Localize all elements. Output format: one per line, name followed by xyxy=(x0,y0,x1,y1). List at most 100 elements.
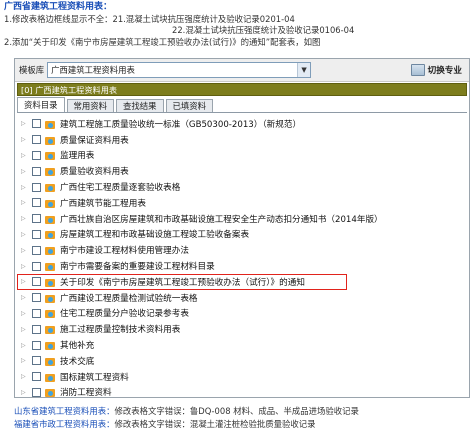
tree-item-checkbox[interactable] xyxy=(32,119,41,129)
folder-icon xyxy=(45,229,55,240)
chevron-down-icon[interactable]: ▼ xyxy=(297,63,311,77)
tab-common[interactable]: 常用资料 xyxy=(66,99,114,112)
tree-item-label: 质量验收资料用表 xyxy=(60,167,129,178)
folder-icon xyxy=(45,324,55,335)
tree-item-checkbox[interactable] xyxy=(32,182,41,192)
selected-library-path[interactable]: [0] 广西建筑工程资料用表 xyxy=(17,83,467,96)
tree-item-checkbox[interactable] xyxy=(32,166,41,176)
expand-arrow-icon[interactable]: ▷ xyxy=(21,262,28,270)
tree-item[interactable]: ▷ 关于印发《南宁市房屋建筑工程竣工预验收办法（试行）》的通知 xyxy=(17,273,347,290)
folder-icon xyxy=(45,245,55,256)
expand-arrow-icon[interactable]: ▷ xyxy=(21,230,28,238)
folder-icon xyxy=(45,182,55,193)
tree-item-checkbox[interactable] xyxy=(32,229,41,239)
footer-fujian-head: 福建省市政工程资料用表： xyxy=(14,418,115,429)
tree-item-checkbox[interactable] xyxy=(32,372,41,382)
folder-icon xyxy=(45,166,55,177)
expand-arrow-icon[interactable]: ▷ xyxy=(21,167,28,175)
tree-item-label: 房屋建筑工程和市政基础设施工程竣工验收备案表 xyxy=(60,230,250,241)
tree-item-label: 消防工程资料 xyxy=(60,388,112,398)
tree-item[interactable]: ▷ 质量保证资料用表 xyxy=(17,132,467,148)
tree-item-checkbox[interactable] xyxy=(32,324,41,334)
tree-item-label: 其他补充 xyxy=(60,341,95,352)
tree-item[interactable]: ▷ 广西建筑节能工程用表 xyxy=(17,195,467,211)
tab-filled[interactable]: 已填资料 xyxy=(165,99,213,112)
tree-item[interactable]: ▷ 住宅工程质量分户验收记录参考表 xyxy=(17,306,467,322)
toolbar: 模板库 广西建筑工程资料用表 ▼ 切换专业 xyxy=(15,59,469,82)
folder-icon xyxy=(45,356,55,366)
expand-arrow-icon[interactable]: ▷ xyxy=(21,151,28,159)
tree-item[interactable]: ▷ 广西壮族自治区房屋建筑和市政基础设施工程安全生产动态扣分通知书（2014年版） xyxy=(17,211,467,227)
tree-item[interactable]: ▷ 广西建设工程质量检测试验统一表格 xyxy=(17,290,467,306)
tree-item-checkbox[interactable] xyxy=(32,214,41,224)
expand-arrow-icon[interactable]: ▷ xyxy=(21,120,28,128)
expand-arrow-icon[interactable]: ▷ xyxy=(21,278,28,286)
tree-item[interactable]: ▷ 技术交底 xyxy=(17,353,467,369)
expand-arrow-icon[interactable]: ▷ xyxy=(21,294,28,302)
expand-arrow-icon[interactable]: ▷ xyxy=(21,136,28,144)
tree-item-checkbox[interactable] xyxy=(32,277,41,287)
tree-item[interactable]: ▷ 房屋建筑工程和市政基础设施工程竣工验收备案表 xyxy=(17,227,467,243)
folder-icon xyxy=(45,277,55,287)
tab-strip: 资料目录 常用资料 查找结果 已填资料 xyxy=(17,97,467,113)
tree-item[interactable]: ▷ 广西住宅工程质量逐套验收表格 xyxy=(17,179,467,195)
tree-item-label: 广西住宅工程质量逐套验收表格 xyxy=(60,183,181,194)
tree-item-label: 南宁市建设工程材料使用管理办法 xyxy=(60,246,189,257)
tree-item-checkbox[interactable] xyxy=(32,387,41,397)
tree-item-checkbox[interactable] xyxy=(32,308,41,318)
expand-arrow-icon[interactable]: ▷ xyxy=(21,215,28,223)
template-library-label: 模板库 xyxy=(19,65,45,75)
tree-item[interactable]: ▷ 质量验收资料用表 xyxy=(17,163,467,179)
expand-arrow-icon[interactable]: ▷ xyxy=(21,373,28,381)
switch-specialty-label: 切换专业 xyxy=(427,66,462,76)
footer-shandong-body: 修改表格文字错误：鲁DQ-008 材料、成品、半成品进场验收记录 xyxy=(114,406,359,416)
expand-arrow-icon[interactable]: ▷ xyxy=(21,357,28,365)
switch-icon xyxy=(410,64,425,76)
folder-icon xyxy=(45,261,55,272)
expand-arrow-icon[interactable]: ▷ xyxy=(21,199,28,207)
expand-arrow-icon[interactable]: ▷ xyxy=(21,309,28,317)
footer-shandong-head: 山东省建筑工程资料用表： xyxy=(14,406,115,416)
tree-item-label: 质量保证资料用表 xyxy=(60,135,129,146)
tree-item-checkbox[interactable] xyxy=(32,245,41,255)
expand-arrow-icon[interactable]: ▷ xyxy=(21,246,28,254)
tree-item[interactable]: ▷ 监理用表 xyxy=(17,148,467,164)
changelog-footer: 山东省建筑工程资料用表：修改表格文字错误：鲁DQ-008 材料、成品、半成品进场… xyxy=(14,405,474,430)
template-library-window: 模板库 广西建筑工程资料用表 ▼ 切换专业 [0] 广西建筑工程资料用表 资料目… xyxy=(14,58,470,398)
expand-arrow-icon[interactable]: ▷ xyxy=(21,388,28,396)
tree-item-checkbox[interactable] xyxy=(32,340,41,350)
tree-item-checkbox[interactable] xyxy=(32,135,41,145)
tree-item[interactable]: ▷ 南宁市需要备案的重要建设工程材料目录 xyxy=(17,258,467,274)
tab-catalog[interactable]: 资料目录 xyxy=(17,97,65,112)
tree-item-label: 住宅工程质量分户验收记录参考表 xyxy=(60,309,189,320)
folder-icon xyxy=(45,214,55,224)
tree-item-label: 关于印发《南宁市房屋建筑工程竣工预验收办法（试行）》的通知 xyxy=(60,277,305,288)
tree-item[interactable]: ▷ 国标建筑工程资料 xyxy=(17,369,467,385)
tree-item-checkbox[interactable] xyxy=(32,198,41,208)
tree-item-checkbox[interactable] xyxy=(32,261,41,271)
tree-item-label: 广西建筑节能工程用表 xyxy=(60,198,146,209)
folder-icon xyxy=(45,372,55,382)
template-library-select[interactable]: 广西建筑工程资料用表 ▼ xyxy=(47,62,312,78)
tree-item-checkbox[interactable] xyxy=(32,150,41,160)
notice-line-3: 2.添加“关于印发《南宁市房屋建筑工程竣工预验收办法(试行)》的通知”配套表，如… xyxy=(4,36,321,47)
tree-item[interactable]: ▷ 施工过程质量控制技术资料用表 xyxy=(17,321,467,337)
tab-search-results[interactable]: 查找结果 xyxy=(116,99,164,112)
tree-item-checkbox[interactable] xyxy=(32,356,41,366)
tree-item-checkbox[interactable] xyxy=(32,293,41,303)
notice-line-1: 1.修改表格边框线显示不全：21.混凝土试块抗压强度统计及验收记录0201-04 xyxy=(4,13,295,24)
tree-item-label: 南宁市需要备案的重要建设工程材料目录 xyxy=(60,262,215,273)
tree-item-label: 广西建设工程质量检测试验统一表格 xyxy=(60,293,198,304)
tree-item[interactable]: ▷ 消防工程资料 xyxy=(17,385,467,398)
tree-item[interactable]: ▷ 其他补充 xyxy=(17,337,467,353)
tree-item-label: 技术交底 xyxy=(60,356,95,367)
expand-arrow-icon[interactable]: ▷ xyxy=(21,325,28,333)
switch-specialty-button[interactable]: 切换专业 xyxy=(408,61,465,79)
folder-icon xyxy=(45,340,55,351)
notice-line-2: 22.混凝土试块抗压强度统计及验收记录0106-04 xyxy=(172,25,355,35)
expand-arrow-icon[interactable]: ▷ xyxy=(21,341,28,349)
tree-item[interactable]: ▷ 南宁市建设工程材料使用管理办法 xyxy=(17,242,467,258)
expand-arrow-icon[interactable]: ▷ xyxy=(21,183,28,191)
folder-icon xyxy=(45,198,55,208)
tree-item[interactable]: ▷ 建筑工程施工质量验收统一标准（GB50300-2013）（新规范） xyxy=(17,116,467,132)
